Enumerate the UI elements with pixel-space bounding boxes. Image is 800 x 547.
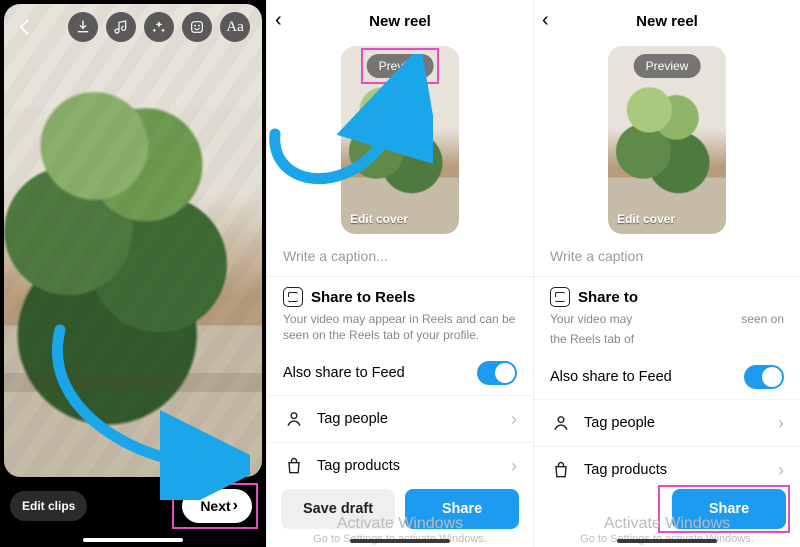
chevron-right-icon: › xyxy=(778,460,784,481)
back-icon[interactable]: ‹ xyxy=(275,9,282,32)
edit-cover-button[interactable]: Edit cover xyxy=(350,212,408,226)
chevron-right-icon: › xyxy=(511,409,517,430)
edit-clips-button[interactable]: Edit clips xyxy=(10,491,87,521)
chevron-right-icon: › xyxy=(233,497,238,515)
edit-cover-button[interactable]: Edit cover xyxy=(617,212,675,226)
chevron-right-icon: › xyxy=(778,413,784,434)
editor-top-toolbar: Aa xyxy=(10,12,256,42)
also-share-label: Also share to Feed xyxy=(550,369,672,385)
person-icon xyxy=(550,412,572,434)
share-section-title: Share to Reels xyxy=(311,289,415,306)
page-title: New reel xyxy=(369,13,431,30)
back-icon[interactable] xyxy=(10,12,40,42)
share-section-desc: Your video may seen on xyxy=(550,311,784,327)
tag-people-row[interactable]: Tag people › xyxy=(267,395,533,442)
share-section-title: Share to xyxy=(578,289,638,306)
share-section-desc-line2: the Reels tab of xyxy=(550,331,784,347)
tag-people-label: Tag people xyxy=(317,411,511,427)
also-share-toggle[interactable] xyxy=(744,365,784,389)
home-indicator xyxy=(617,539,717,543)
effects-icon[interactable] xyxy=(144,12,174,42)
reel-cover-preview[interactable]: Preview Edit cover xyxy=(341,46,459,234)
screen-header: ‹ New reel xyxy=(534,0,800,42)
page-title: New reel xyxy=(636,13,698,30)
preview-button[interactable]: Preview xyxy=(367,54,434,78)
reels-icon xyxy=(550,287,570,307)
tag-products-label: Tag products xyxy=(584,462,778,478)
chevron-right-icon: › xyxy=(511,456,517,477)
back-icon[interactable]: ‹ xyxy=(542,9,549,32)
caption-input[interactable]: Write a caption... xyxy=(267,238,533,277)
reels-icon xyxy=(283,287,303,307)
share-section: Share to Reels Your video may appear in … xyxy=(267,277,533,349)
also-share-toggle[interactable] xyxy=(477,361,517,385)
preview-button[interactable]: Preview xyxy=(634,54,701,78)
shopping-bag-icon xyxy=(283,455,305,477)
home-indicator xyxy=(350,539,450,543)
home-indicator xyxy=(83,538,183,542)
also-share-label: Also share to Feed xyxy=(283,365,405,381)
reel-cover-preview[interactable]: Preview Edit cover xyxy=(608,46,726,234)
next-button[interactable]: Next › xyxy=(182,489,252,523)
new-reel-screen-b: ‹ New reel Preview Edit cover Write a ca… xyxy=(533,0,800,547)
tag-people-row[interactable]: Tag people › xyxy=(534,399,800,446)
text-icon[interactable]: Aa xyxy=(220,12,250,42)
download-icon[interactable] xyxy=(68,12,98,42)
reel-editor-screen: Aa Edit clips Next › xyxy=(0,0,266,547)
tag-products-row[interactable]: Tag products › xyxy=(267,442,533,489)
person-icon xyxy=(283,408,305,430)
new-reel-screen-a: ‹ New reel Preview Edit cover Write a ca… xyxy=(266,0,533,547)
music-icon[interactable] xyxy=(106,12,136,42)
shopping-bag-icon xyxy=(550,459,572,481)
share-section: Share to Your video may seen on the Reel… xyxy=(534,277,800,353)
reel-preview-canvas[interactable] xyxy=(4,4,262,477)
tag-people-label: Tag people xyxy=(584,415,778,431)
app-stage: Aa Edit clips Next › ‹ New reel Preview … xyxy=(0,0,800,547)
next-button-label: Next xyxy=(200,498,230,514)
also-share-row: Also share to Feed xyxy=(267,349,533,395)
caption-input[interactable]: Write a caption xyxy=(534,238,800,277)
sticker-icon[interactable] xyxy=(182,12,212,42)
also-share-row: Also share to Feed xyxy=(534,353,800,399)
share-section-desc: Your video may appear in Reels and can b… xyxy=(283,311,517,343)
screen-header: ‹ New reel xyxy=(267,0,533,42)
tag-products-label: Tag products xyxy=(317,458,511,474)
